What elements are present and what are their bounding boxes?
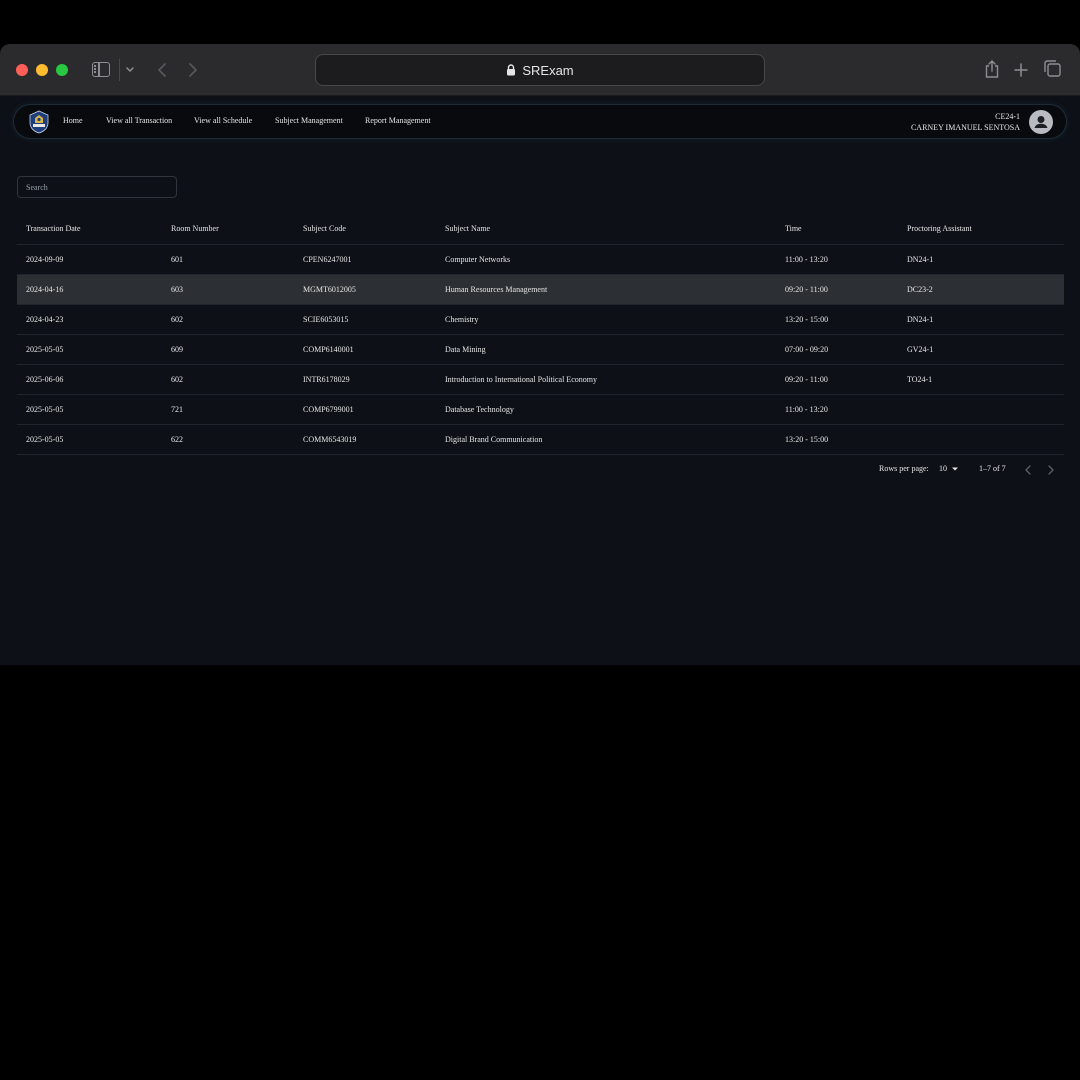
table-row-selected[interactable]: 2024-04-16 603 MGMT6012005 Human Resourc… bbox=[17, 274, 1064, 305]
nav-view-all-transaction-link[interactable]: View all Transaction bbox=[106, 116, 172, 125]
cell-subject-name: Computer Networks bbox=[436, 244, 776, 275]
cell-subject-code: CPEN6247001 bbox=[294, 244, 436, 275]
address-bar[interactable]: SRExam bbox=[315, 54, 765, 86]
table-row[interactable]: 2024-09-09 601 CPEN6247001 Computer Netw… bbox=[17, 244, 1064, 275]
toolbar-divider bbox=[119, 59, 120, 81]
cell-time: 13:20 - 15:00 bbox=[776, 304, 898, 335]
minimize-window-button[interactable] bbox=[36, 64, 48, 76]
nav-home-link[interactable]: Home bbox=[63, 116, 83, 125]
cell-subject-code: SCIE6053015 bbox=[294, 304, 436, 335]
forward-arrow-icon[interactable] bbox=[186, 61, 200, 79]
cell-subject-name: Database Technology bbox=[436, 394, 776, 425]
back-arrow-icon[interactable] bbox=[155, 61, 169, 79]
pagination-range: 1–7 of 7 bbox=[979, 464, 1006, 473]
lock-icon bbox=[507, 64, 516, 76]
previous-page-icon[interactable] bbox=[1024, 465, 1032, 475]
cell-room-number: 721 bbox=[162, 394, 294, 425]
cell-room-number: 602 bbox=[162, 364, 294, 395]
cell-time: 09:20 - 11:00 bbox=[776, 364, 898, 395]
column-header-subject-code[interactable]: Subject Code bbox=[294, 213, 436, 245]
address-bar-text: SRExam bbox=[522, 62, 574, 78]
cell-subject-code: COMP6140001 bbox=[294, 334, 436, 365]
close-window-button[interactable] bbox=[16, 64, 28, 76]
rows-per-page-label: Rows per page: bbox=[879, 464, 929, 473]
cell-transaction-date: 2025-05-05 bbox=[17, 424, 162, 455]
cell-transaction-date: 2024-04-16 bbox=[17, 274, 162, 305]
cell-transaction-date: 2025-05-05 bbox=[17, 334, 162, 365]
cell-proctoring-assistant: TO24-1 bbox=[898, 364, 1064, 395]
maximize-window-button[interactable] bbox=[56, 64, 68, 76]
column-header-room-number[interactable]: Room Number bbox=[162, 213, 294, 245]
share-icon[interactable] bbox=[984, 59, 1000, 79]
column-header-subject-name[interactable]: Subject Name bbox=[436, 213, 776, 245]
cell-proctoring-assistant: DN24-1 bbox=[898, 304, 1064, 335]
column-header-proctoring-assistant[interactable]: Proctoring Assistant bbox=[898, 213, 1064, 245]
cell-subject-code: COMP6799001 bbox=[294, 394, 436, 425]
cell-room-number: 609 bbox=[162, 334, 294, 365]
table-row[interactable]: 2025-05-05 609 COMP6140001 Data Mining 0… bbox=[17, 334, 1064, 365]
cell-subject-name: Data Mining bbox=[436, 334, 776, 365]
nav-report-management-link[interactable]: Report Management bbox=[365, 116, 431, 125]
person-icon bbox=[1034, 116, 1048, 128]
cell-subject-code: INTR6178029 bbox=[294, 364, 436, 395]
cell-time: 11:00 - 13:20 bbox=[776, 394, 898, 425]
sidebar-toggle-icon[interactable] bbox=[92, 62, 110, 77]
user-info: CE24-1 CARNEY IMANUEL SENTOSA bbox=[911, 111, 1020, 133]
column-header-time[interactable]: Time bbox=[776, 213, 898, 245]
user-code: CE24-1 bbox=[995, 112, 1020, 121]
table-row[interactable]: 2024-04-23 602 SCIE6053015 Chemistry 13:… bbox=[17, 304, 1064, 335]
university-logo bbox=[29, 110, 49, 134]
chevron-down-icon[interactable] bbox=[124, 65, 136, 75]
user-avatar[interactable] bbox=[1029, 110, 1053, 134]
transaction-table: Transaction Date Room Number Subject Cod… bbox=[17, 213, 1064, 455]
cell-room-number: 622 bbox=[162, 424, 294, 455]
cell-subject-name: Human Resources Management bbox=[436, 274, 776, 305]
table-row[interactable]: 2025-05-05 622 COMM6543019 Digital Brand… bbox=[17, 424, 1064, 455]
cell-transaction-date: 2024-04-23 bbox=[17, 304, 162, 335]
tab-overview-icon[interactable] bbox=[1043, 59, 1062, 78]
table-row[interactable]: 2025-05-05 721 COMP6799001 Database Tech… bbox=[17, 394, 1064, 425]
app-navbar: Home View all Transaction View all Sched… bbox=[13, 104, 1067, 139]
cell-subject-name: Introduction to International Political … bbox=[436, 364, 776, 395]
next-page-icon[interactable] bbox=[1047, 465, 1055, 475]
cell-time: 13:20 - 15:00 bbox=[776, 424, 898, 455]
cell-room-number: 602 bbox=[162, 304, 294, 335]
cell-transaction-date: 2025-05-05 bbox=[17, 394, 162, 425]
cell-proctoring-assistant bbox=[898, 424, 1064, 455]
cell-room-number: 601 bbox=[162, 244, 294, 275]
cell-subject-name: Digital Brand Communication bbox=[436, 424, 776, 455]
cell-transaction-date: 2025-06-06 bbox=[17, 364, 162, 395]
cell-subject-code: MGMT6012005 bbox=[294, 274, 436, 305]
cell-subject-code: COMM6543019 bbox=[294, 424, 436, 455]
cell-transaction-date: 2024-09-09 bbox=[17, 244, 162, 275]
browser-titlebar: SRExam bbox=[0, 44, 1080, 96]
user-name: CARNEY IMANUEL SENTOSA bbox=[910, 123, 1020, 132]
new-tab-plus-icon[interactable] bbox=[1013, 62, 1029, 78]
search-input[interactable] bbox=[17, 176, 177, 198]
nav-view-all-schedule-link[interactable]: View all Schedule bbox=[194, 116, 252, 125]
cell-proctoring-assistant bbox=[898, 394, 1064, 425]
cell-proctoring-assistant: GV24-1 bbox=[898, 334, 1064, 365]
column-header-transaction-date[interactable]: Transaction Date bbox=[17, 213, 162, 245]
caret-down-icon bbox=[952, 467, 958, 470]
cell-subject-name: Chemistry bbox=[436, 304, 776, 335]
table-header-row: Transaction Date Room Number Subject Cod… bbox=[17, 213, 1064, 245]
table-row[interactable]: 2025-06-06 602 INTR6178029 Introduction … bbox=[17, 364, 1064, 395]
rows-per-page-select[interactable]: 10 bbox=[939, 464, 959, 473]
cell-time: 07:00 - 09:20 bbox=[776, 334, 898, 365]
browser-window: SRExam Home View all Transaction View al… bbox=[0, 44, 1080, 665]
cell-proctoring-assistant: DN24-1 bbox=[898, 244, 1064, 275]
nav-subject-management-link[interactable]: Subject Management bbox=[275, 116, 343, 125]
cell-time: 11:00 - 13:20 bbox=[776, 244, 898, 275]
cell-proctoring-assistant: DC23-2 bbox=[898, 274, 1064, 305]
cell-room-number: 603 bbox=[162, 274, 294, 305]
cell-time: 09:20 - 11:00 bbox=[776, 274, 898, 305]
rows-per-page-value: 10 bbox=[939, 464, 947, 473]
